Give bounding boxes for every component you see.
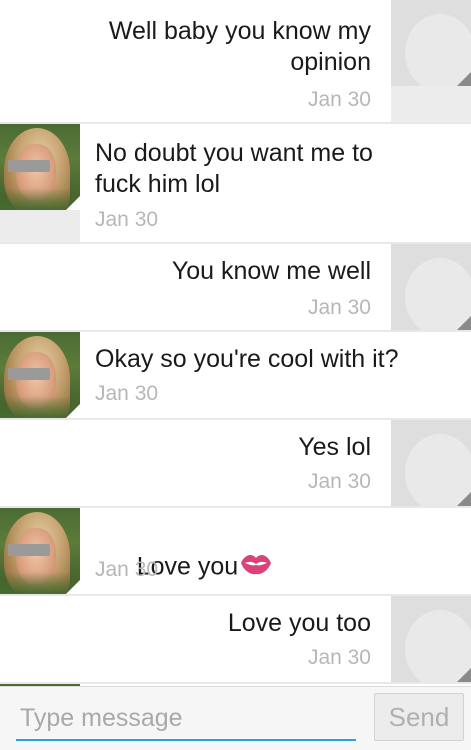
avatar-column [391,0,471,122]
default-avatar-icon[interactable] [391,244,471,330]
message-sent[interactable]: Well baby you know my opinion Jan 30 [0,0,471,122]
message-text: Yes lol [298,433,371,461]
message-received[interactable]: Okay so you're cool with it? Jan 30 [0,332,471,418]
message-text: You know me well [171,257,371,285]
default-avatar-icon[interactable] [391,596,471,682]
contact-avatar[interactable] [0,332,80,418]
avatar-column [391,420,471,506]
avatar-column [0,508,80,594]
avatar-column [0,332,80,418]
message-text: Well baby you know my opinion [108,17,371,76]
message-date: Jan 30 [307,470,371,493]
contact-avatar[interactable] [0,124,80,210]
message-text: Okay so you're cool with it? [95,345,399,373]
default-avatar-icon[interactable] [391,420,471,506]
avatar-column [391,244,471,330]
kiss-mark-icon [239,551,273,585]
message-sent[interactable]: You know me well Jan 30 [0,244,471,330]
message-composer: Send [0,686,471,750]
message-sent[interactable]: Yes lol Jan 30 [0,420,471,506]
message-received[interactable]: Love you Jan 30 [0,508,471,594]
message-input[interactable] [16,697,356,741]
message-date: Jan 30 [95,382,159,405]
contact-avatar[interactable] [0,508,80,594]
message-date: Jan 30 [95,558,159,581]
avatar-column [0,124,80,242]
avatar-column [391,596,471,682]
default-avatar-icon[interactable] [391,0,471,86]
message-thread[interactable]: Well baby you know my opinion Jan 30 No … [0,0,471,686]
message-text: No doubt you want me to fuck him lol [95,139,373,198]
message-received[interactable]: No doubt you want me to fuck him lol Jan… [0,124,471,242]
message-date: Jan 30 [307,646,371,669]
message-date: Jan 30 [307,296,371,319]
send-button[interactable]: Send [374,693,464,741]
message-text: Love you too [227,609,371,637]
message-date: Jan 30 [307,88,371,111]
message-date: Jan 30 [95,208,159,231]
message-sent[interactable]: Love you too Jan 30 [0,596,471,682]
